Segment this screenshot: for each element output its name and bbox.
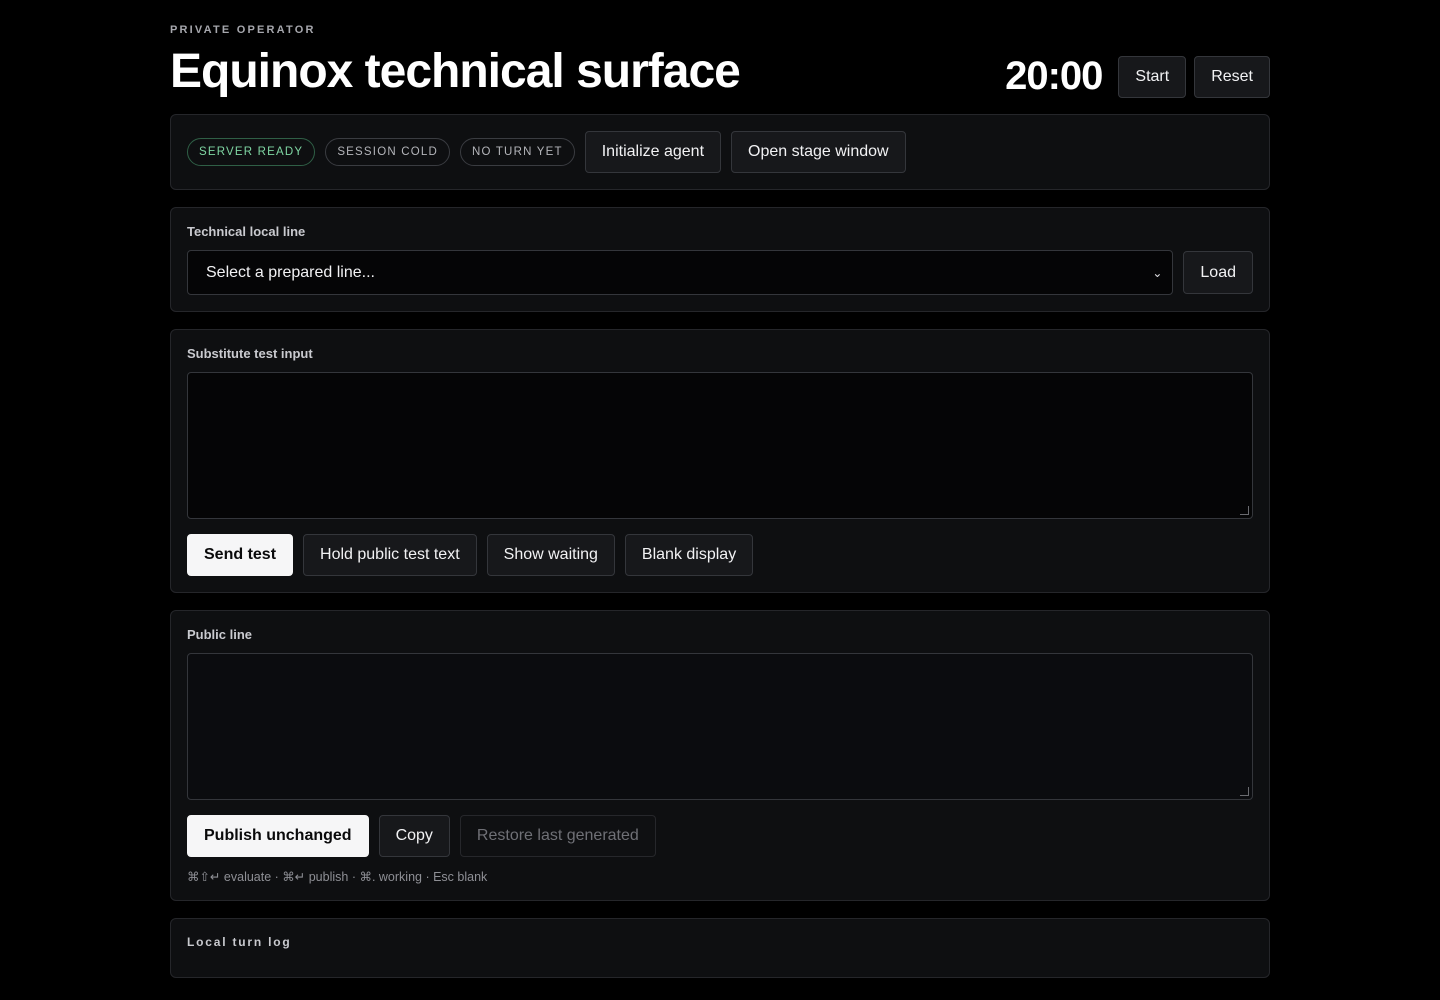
public-line-label: Public line	[187, 627, 253, 642]
page-title: Equinox technical surface	[170, 45, 741, 98]
substitute-test-textarea[interactable]	[187, 372, 1253, 519]
public-line-panel: Public line Publish unchanged Copy Resto…	[170, 610, 1270, 901]
session-status-badge: SESSION COLD	[325, 138, 450, 166]
local-turn-log-panel: Local turn log	[170, 918, 1270, 978]
technical-line-panel: Technical local line Select a prepared l…	[170, 207, 1270, 312]
eyebrow-label: PRIVATE OPERATOR	[170, 24, 316, 36]
publish-unchanged-button[interactable]: Publish unchanged	[187, 815, 369, 857]
prepared-line-select[interactable]: Select a prepared line... ⌄	[187, 250, 1174, 295]
public-line-textarea[interactable]	[187, 653, 1253, 800]
restore-last-generated-button[interactable]: Restore last generated	[459, 815, 656, 857]
keyboard-shortcuts-hint: ⌘⇧↵ evaluate · ⌘↵ publish · ⌘. working ·…	[187, 870, 488, 884]
server-status-badge: SERVER READY	[187, 138, 316, 166]
resize-handle-icon[interactable]	[1240, 506, 1249, 515]
local-turn-log-label: Local turn log	[187, 935, 292, 949]
send-test-button[interactable]: Send test	[187, 534, 294, 576]
substitute-input-label: Substitute test input	[187, 346, 313, 361]
timer-controls: 20:00 Start Reset	[1005, 54, 1270, 99]
resize-handle-icon[interactable]	[1240, 787, 1249, 796]
show-waiting-button[interactable]: Show waiting	[486, 534, 615, 576]
open-stage-window-button[interactable]: Open stage window	[731, 131, 906, 173]
substitute-input-panel: Substitute test input Send test Hold pub…	[170, 329, 1270, 593]
countdown-timer: 20:00	[1005, 54, 1103, 98]
prepared-line-select-value: Select a prepared line...	[206, 263, 375, 281]
technical-line-label: Technical local line	[187, 224, 306, 239]
initialize-agent-button[interactable]: Initialize agent	[584, 131, 722, 173]
blank-display-button[interactable]: Blank display	[624, 534, 754, 576]
page-header: PRIVATE OPERATOR Equinox technical surfa…	[170, 24, 1270, 114]
turn-status-badge: NO TURN YET	[460, 138, 575, 166]
operator-page: PRIVATE OPERATOR Equinox technical surfa…	[170, 0, 1270, 978]
chevron-down-icon: ⌄	[1152, 265, 1163, 280]
hold-public-test-text-button[interactable]: Hold public test text	[303, 534, 477, 576]
load-button[interactable]: Load	[1183, 251, 1253, 294]
status-panel: SERVER READY SESSION COLD NO TURN YET In…	[170, 114, 1270, 190]
copy-button[interactable]: Copy	[378, 815, 450, 857]
start-button[interactable]: Start	[1118, 55, 1187, 98]
reset-button[interactable]: Reset	[1194, 55, 1270, 98]
